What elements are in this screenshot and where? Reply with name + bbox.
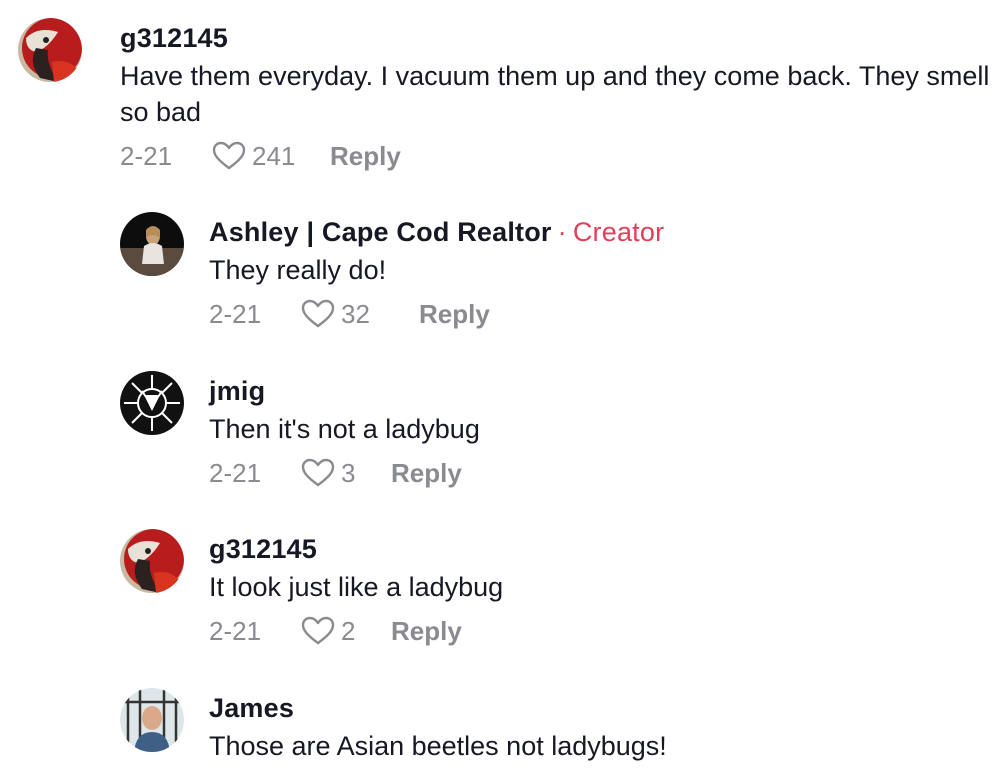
- creator-badge: · Creator: [552, 217, 665, 247]
- like-count: 241: [252, 140, 296, 171]
- username-text: Ashley | Cape Cod Realtor: [209, 217, 552, 247]
- heart-icon: [301, 458, 335, 487]
- comment-date: 2-21: [209, 298, 262, 329]
- like-button[interactable]: 3: [301, 458, 391, 489]
- user-avatar[interactable]: [18, 18, 82, 82]
- like-count: 2: [341, 615, 356, 646]
- man-avatar-icon: [120, 688, 184, 752]
- comment-date: 2-21: [120, 140, 173, 171]
- comment-date: 2-21: [209, 615, 262, 646]
- comment-text: Have them everyday. I vacuum them up and…: [120, 61, 990, 127]
- user-avatar[interactable]: [120, 688, 184, 752]
- comment-username[interactable]: g312145: [120, 22, 990, 54]
- comment-text: Then it's not a ladybug: [209, 414, 480, 444]
- comment-text: It look just like a ladybug: [209, 572, 504, 602]
- emblem-avatar-icon: [120, 371, 184, 435]
- like-button[interactable]: 241: [212, 141, 330, 172]
- reply-button[interactable]: Reply: [330, 141, 401, 172]
- comment-username[interactable]: g312145: [209, 533, 989, 565]
- like-count: 32: [341, 298, 370, 329]
- creator-label: Creator: [572, 217, 665, 247]
- reply-button[interactable]: Reply: [419, 299, 490, 330]
- reply-button[interactable]: Reply: [391, 458, 462, 489]
- comment-username[interactable]: Ashley | Cape Cod Realtor · Creator: [209, 216, 989, 248]
- user-avatar[interactable]: [120, 371, 184, 435]
- heart-icon: [301, 616, 335, 645]
- user-avatar[interactable]: [120, 529, 184, 593]
- comment-username[interactable]: James: [209, 692, 989, 724]
- like-button[interactable]: 2: [301, 616, 391, 647]
- creator-separator: ·: [557, 217, 567, 247]
- comment-username[interactable]: jmig: [209, 375, 989, 407]
- comment-text: They really do!: [209, 255, 387, 285]
- parrot-avatar-icon: [120, 529, 184, 593]
- person-avatar-icon: [120, 212, 184, 276]
- like-count: 3: [341, 457, 356, 488]
- user-avatar[interactable]: [120, 212, 184, 276]
- comment-text: Those are Asian beetles not ladybugs!: [209, 731, 667, 761]
- heart-icon: [212, 141, 246, 170]
- parrot-avatar-icon: [18, 18, 82, 82]
- reply-button[interactable]: Reply: [391, 616, 462, 647]
- comment-date: 2-21: [209, 457, 262, 488]
- like-button[interactable]: 32: [301, 299, 419, 330]
- heart-icon: [301, 299, 335, 328]
